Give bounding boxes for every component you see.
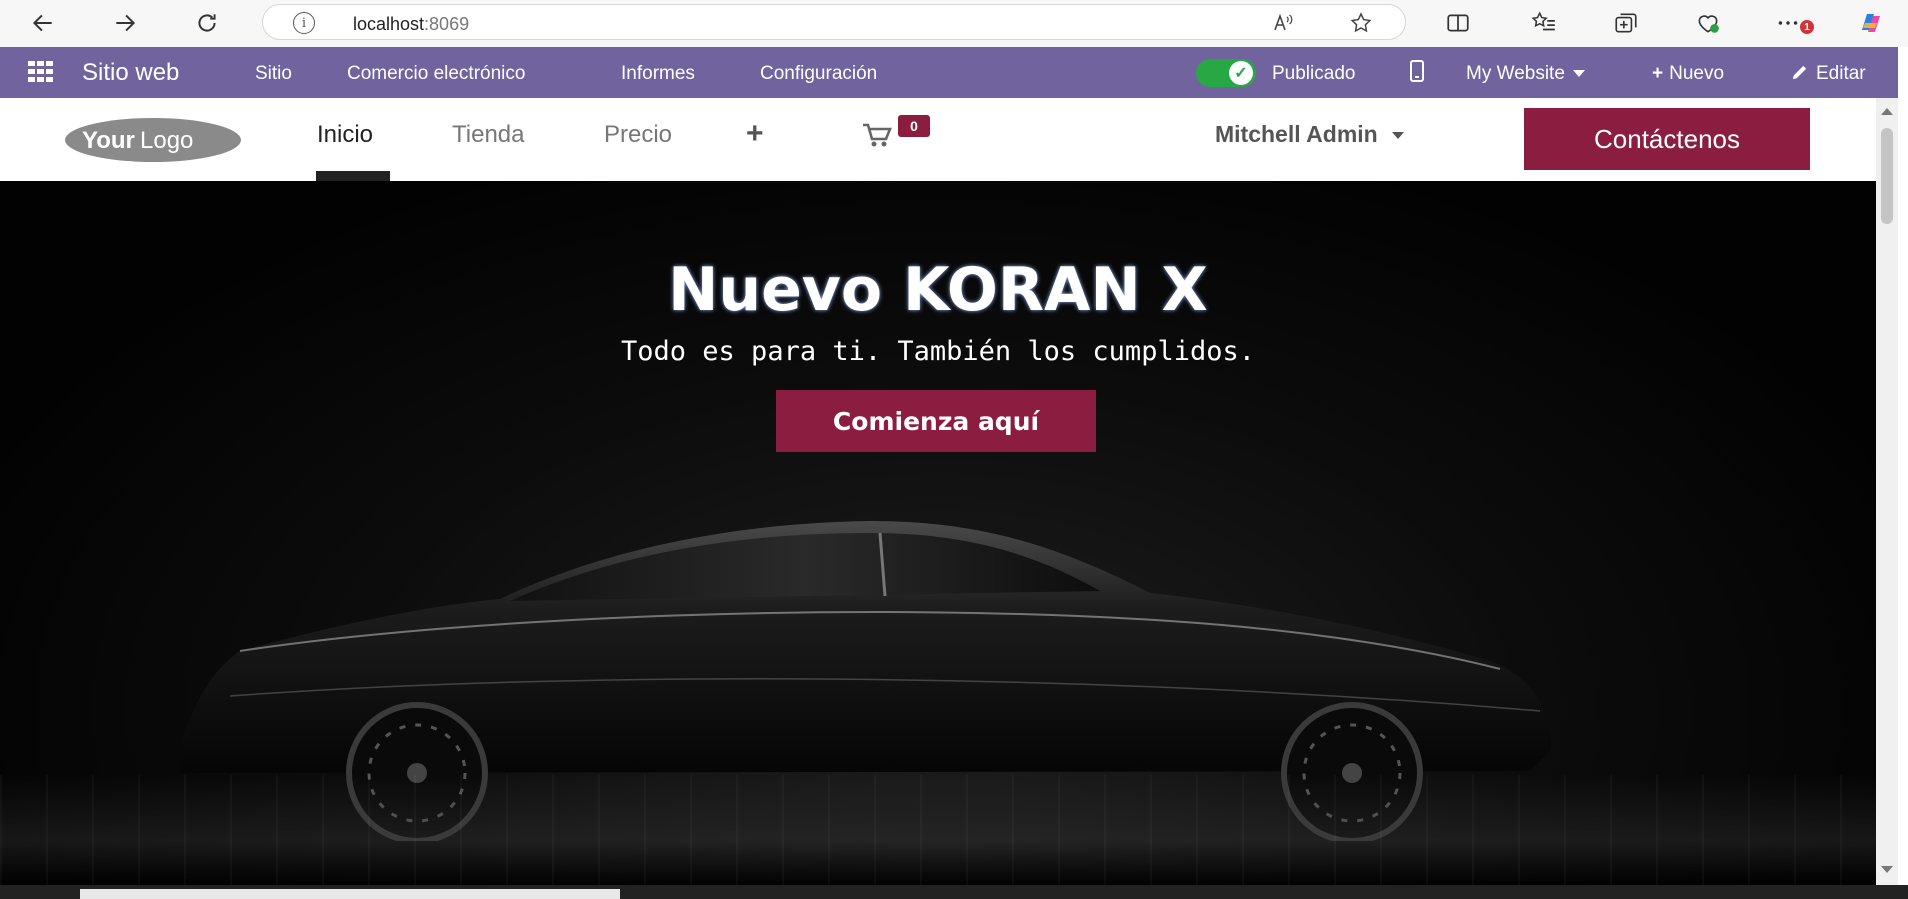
nav-inicio[interactable]: Inicio (317, 121, 373, 149)
refresh-icon (198, 14, 216, 32)
page-scrollbar[interactable] (1876, 98, 1898, 885)
next-section-preview (0, 885, 1908, 899)
site-logo[interactable]: Your Logo (64, 116, 242, 164)
site-header: Your Logo Inicio Tienda Precio + 0 Mitch… (0, 98, 1876, 181)
collections-icon[interactable] (1610, 9, 1642, 37)
browser-essentials-icon[interactable] (1692, 9, 1724, 37)
hero-title: Nuevo KORAN X (668, 255, 1208, 325)
read-aloud-icon[interactable] (1269, 11, 1297, 35)
browser-toolbar: i localhost:8069 1 (0, 0, 1908, 47)
app-brand[interactable]: Sitio web (82, 59, 179, 87)
arrow-left-icon (32, 14, 52, 32)
more-options-icon[interactable] (1772, 9, 1804, 37)
caret-down-icon (1391, 132, 1404, 140)
notification-badge: 1 (1800, 20, 1814, 34)
mobile-preview-button[interactable] (1410, 60, 1424, 88)
nav-tienda[interactable]: Tienda (452, 121, 525, 149)
logo-text-bold: Your (82, 127, 135, 154)
shopping-cart-icon[interactable] (862, 122, 892, 148)
back-button[interactable] (26, 8, 60, 38)
new-button-label: Nuevo (1669, 63, 1725, 84)
user-menu[interactable]: Mitchell Admin (1215, 121, 1404, 148)
copilot-icon[interactable] (1850, 9, 1892, 37)
edit-button-label: Editar (1816, 63, 1866, 84)
hero-section: Nuevo KORAN X Todo es para ti. También l… (0, 181, 1876, 885)
split-screen-icon[interactable] (1442, 9, 1474, 37)
pencil-icon (1792, 65, 1807, 80)
mobile-icon (1410, 60, 1424, 82)
active-nav-indicator (316, 171, 390, 181)
forward-button[interactable] (108, 8, 142, 38)
refresh-button[interactable] (190, 8, 224, 38)
url-host: localhost (353, 14, 425, 34)
url-port: :8069 (424, 14, 470, 34)
plus-icon: + (1652, 63, 1664, 84)
arrow-right-icon (116, 14, 136, 32)
scroll-down-arrow-icon[interactable] (1881, 866, 1893, 873)
check-icon: ✓ (1229, 61, 1253, 85)
edit-button[interactable]: Editar (1790, 63, 1866, 85)
scroll-thumb[interactable] (1881, 128, 1893, 224)
menu-configuracion[interactable]: Configuración (760, 63, 877, 85)
next-section-light-band (80, 889, 620, 899)
menu-sitio[interactable]: Sitio (255, 63, 292, 85)
caret-down-icon (1572, 70, 1585, 78)
site-info-icon[interactable]: i (293, 12, 315, 34)
favorites-list-icon[interactable] (1528, 9, 1560, 37)
nav-precio[interactable]: Precio (604, 121, 672, 149)
cart-count-badge: 0 (898, 115, 930, 137)
scroll-up-arrow-icon[interactable] (1881, 108, 1893, 115)
odoo-admin-bar: Sitio web Sitio Comercio electrónico Inf… (0, 47, 1898, 98)
favorite-star-icon[interactable] (1347, 11, 1375, 35)
publish-toggle[interactable]: ✓ (1196, 59, 1256, 87)
menu-informes[interactable]: Informes (621, 63, 695, 85)
hero-subtitle: Todo es para ti. También los cumplidos. (621, 336, 1255, 367)
apps-grid-icon[interactable] (28, 61, 54, 83)
user-name: Mitchell Admin (1215, 121, 1378, 147)
menu-comercio-electronico[interactable]: Comercio electrónico (347, 63, 525, 85)
new-button[interactable]: + Nuevo (1652, 63, 1724, 85)
url-text: localhost:8069 (353, 14, 469, 35)
published-label: Publicado (1272, 63, 1356, 84)
get-started-button[interactable]: Comienza aquí (776, 390, 1096, 452)
contact-button[interactable]: Contáctenos (1524, 108, 1810, 170)
logo-text-light: Logo (140, 127, 193, 154)
address-bar[interactable]: i localhost:8069 (262, 4, 1406, 40)
website-selector[interactable]: My Website (1466, 63, 1585, 85)
hero-floor (0, 775, 1876, 885)
add-menu-item-icon[interactable]: + (746, 117, 764, 151)
website-selector-label: My Website (1466, 63, 1565, 84)
